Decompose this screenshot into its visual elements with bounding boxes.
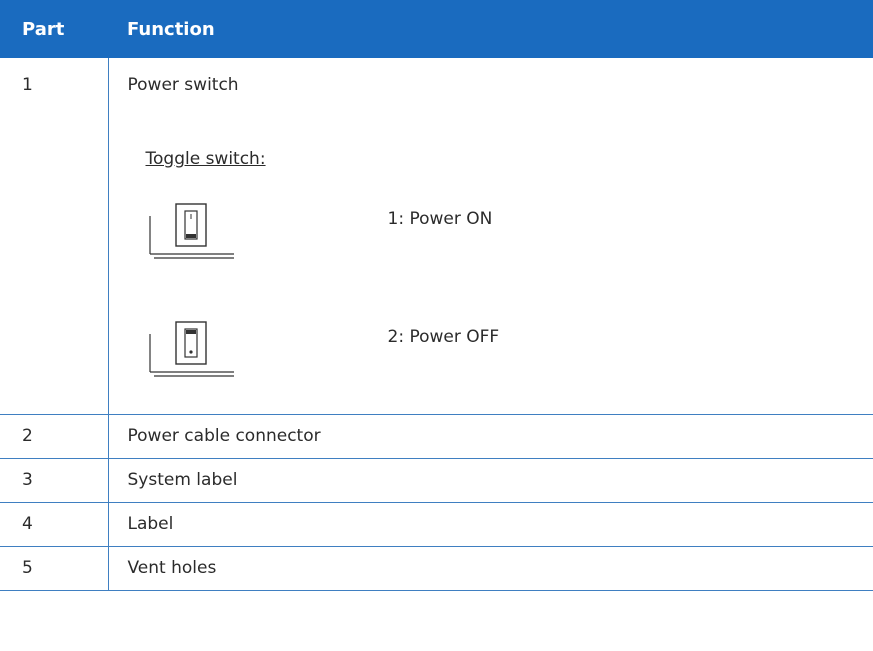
part-number: 3 <box>0 457 108 502</box>
function-label: Vent holes <box>107 545 873 591</box>
header-part: Part <box>0 0 108 58</box>
table-row: 5 Vent holes <box>0 545 873 591</box>
table-row: 1 Power switch Toggle switch: 1: Power O <box>0 58 873 414</box>
function-label: Power switch <box>127 75 239 95</box>
function-label: System label <box>107 457 873 502</box>
table-row: 2 Power cable connector <box>0 413 873 458</box>
part-number: 1 <box>22 75 33 95</box>
parts-table: Part Function 1 Power switch Toggle swit… <box>0 0 873 591</box>
power-switch-description: Power switch Toggle switch: 1: Power ON <box>128 75 873 395</box>
header-function: Function <box>108 0 873 58</box>
part-number: 2 <box>0 413 108 458</box>
function-label: Label <box>107 501 873 546</box>
function-cell: Power switch Toggle switch: 1: Power ON <box>107 58 873 414</box>
toggle-switch-heading: Toggle switch: <box>145 149 266 169</box>
table-header-row: Part Function <box>0 0 873 58</box>
power-off-label: 2: Power OFF <box>387 327 500 347</box>
part-number: 4 <box>0 501 108 546</box>
power-on-label: 1: Power ON <box>387 209 493 229</box>
toggle-switch-off-icon <box>148 321 234 377</box>
function-label: Power cable connector <box>107 413 873 458</box>
table-row: 3 System label <box>0 457 873 502</box>
part-number: 5 <box>0 545 108 591</box>
table-row: 4 Label <box>0 501 873 546</box>
toggle-switch-on-icon <box>148 203 234 259</box>
